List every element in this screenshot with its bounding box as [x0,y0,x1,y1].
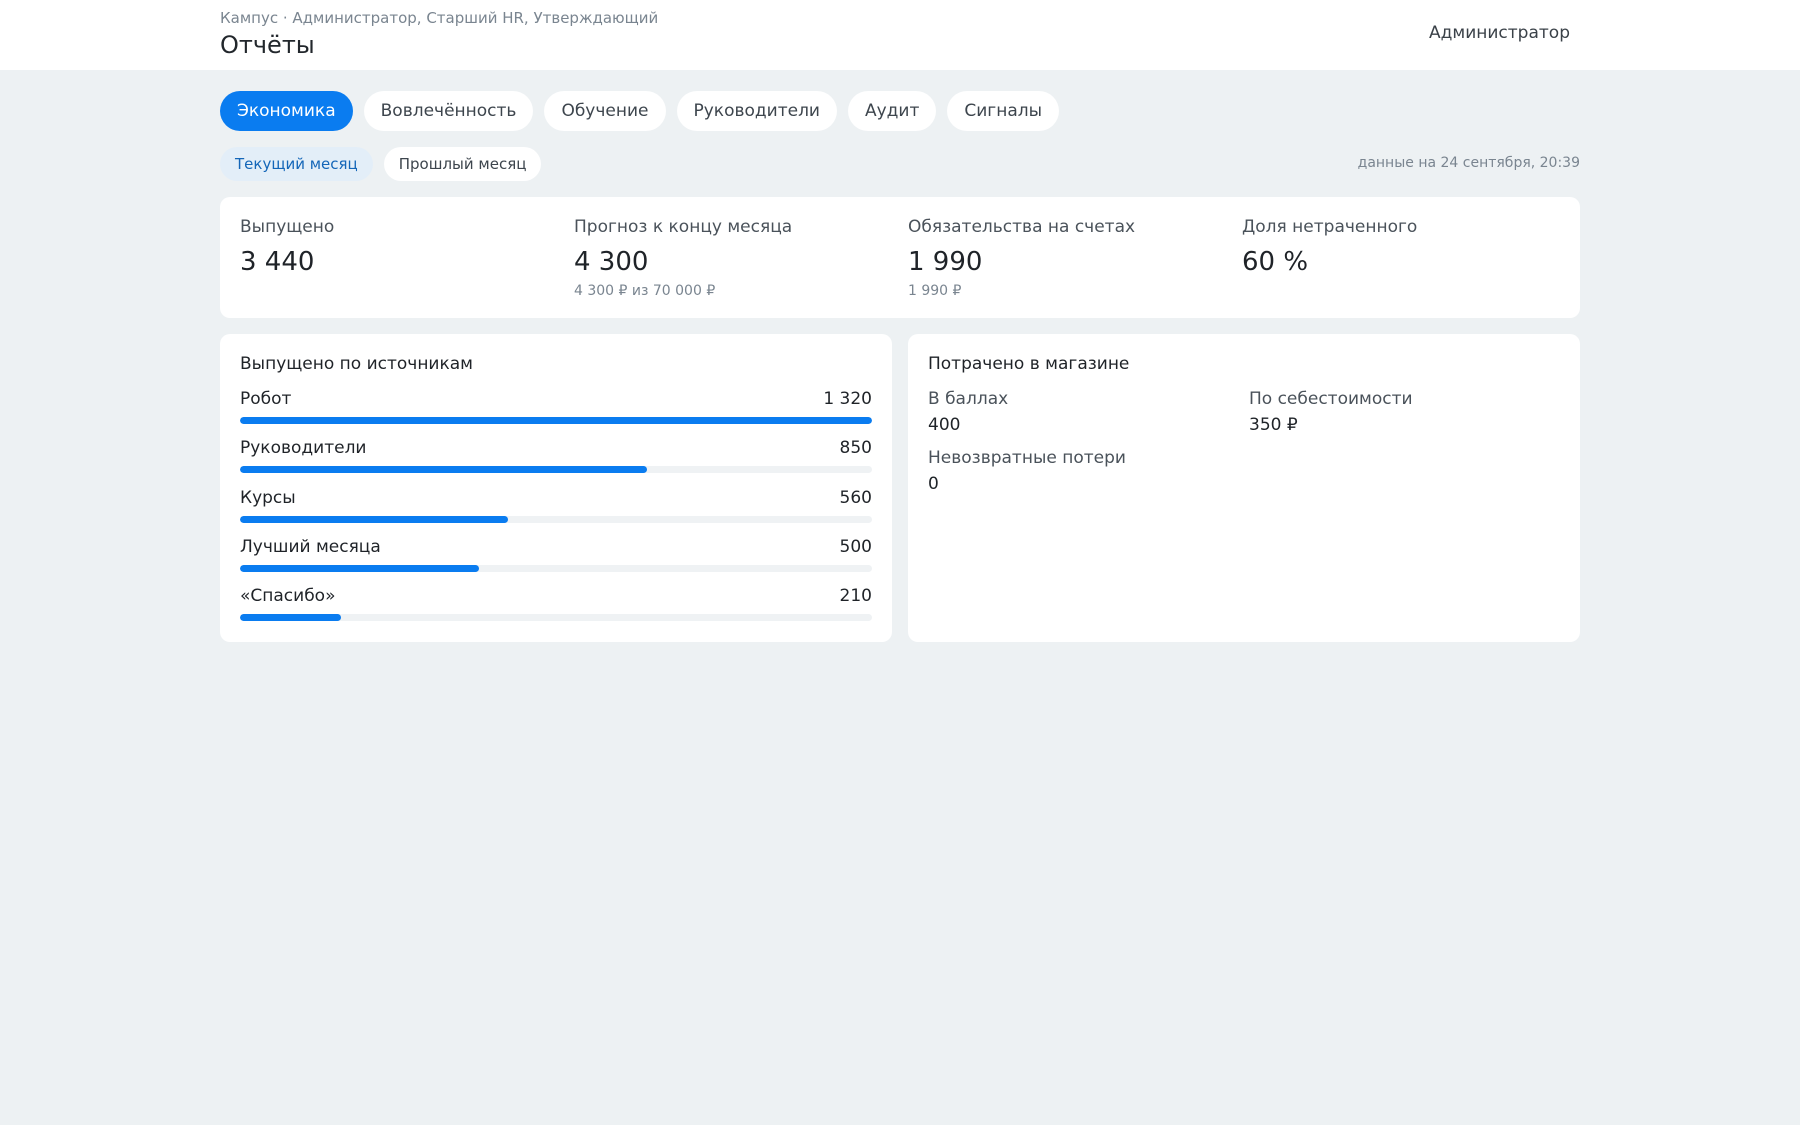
stat-points: В баллах 400 [928,389,1008,435]
bar-track [240,466,872,473]
stat-label: В баллах [928,389,1009,409]
stat-value: 400 [928,415,961,435]
bar-fill [240,565,480,572]
bar-track [240,516,872,523]
page-title: Отчёты [220,31,315,59]
kpi-forecast: Прогноз к концу месяца 4 300 4 300 ₽ из … [574,217,792,299]
source-label: Курсы [240,488,296,508]
kpi-label: Обязательства на счетах [908,217,1136,237]
data-timestamp: данные на 24 сентября, 20:39 [1357,155,1580,171]
period-current-month[interactable]: Текущий месяц [220,147,373,181]
period-switch: Текущий месяц Прошлый месяц [220,147,542,181]
bar-fill [240,516,509,523]
kpi-subtext: 4 300 ₽ из 70 000 ₽ [574,283,716,299]
kpi-value: 60 % [1242,247,1309,277]
source-label: Робот [240,389,292,409]
sources-card: Выпущено по источникам Робот 1 320 Руков… [220,334,892,642]
kpi-label: Выпущено [240,217,335,237]
top-header: Кампус · Администратор, Старший HR, Утве… [0,0,1800,70]
kpi-value: 3 440 [240,247,315,277]
stat-label: Невозвратные потери [928,448,1126,468]
stat-cost: По себестоимости 350 ₽ [1249,389,1413,435]
source-label: Лучший месяца [240,537,381,557]
shop-spending-card: Потрачено в магазине В баллах 400 По себ… [908,334,1580,642]
kpi-label: Доля нетраченного [1242,217,1418,237]
kpi-liabilities: Обязательства на счетах 1 990 1 990 ₽ [908,217,1135,299]
source-row: Лучший месяца 500 [240,537,872,577]
tab-audit[interactable]: Аудит [847,91,937,131]
tab-managers[interactable]: Руководители [676,91,837,131]
period-previous-month[interactable]: Прошлый месяц [383,147,542,181]
stat-value: 0 [928,474,939,494]
kpi-value: 1 990 [908,247,983,277]
source-value: 210 [839,586,872,606]
bar-track [240,417,872,424]
report-tabs: Экономика Вовлечённость Обучение Руковод… [220,91,1060,131]
card-title: Выпущено по источникам [240,354,473,374]
stat-label: По себестоимости [1249,389,1413,409]
stat-value: 350 ₽ [1249,415,1298,435]
stat-losses: Невозвратные потери 0 [928,448,1126,494]
tab-economy[interactable]: Экономика [220,91,353,131]
kpi-unspent-share: Доля нетраченного 60 % [1242,217,1417,277]
source-row: Курсы 560 [240,488,872,528]
tab-signals[interactable]: Сигналы [947,91,1060,131]
kpi-issued: Выпущено 3 440 [240,217,334,277]
source-value: 500 [839,537,872,557]
source-row: Робот 1 320 [240,389,872,429]
kpi-subtext: 1 990 ₽ [908,283,962,299]
breadcrumb: Кампус · Администратор, Старший HR, Утве… [220,9,659,27]
bar-fill [240,466,647,473]
bar-fill [240,614,341,621]
bar-track [240,565,872,572]
source-value: 850 [839,438,872,458]
user-menu[interactable]: Администратор [1429,23,1570,43]
kpi-value: 4 300 [574,247,649,277]
card-title: Потрачено в магазине [928,354,1130,374]
source-label: «Спасибо» [240,586,336,606]
source-label: Руководители [240,438,367,458]
tab-engagement[interactable]: Вовлечённость [363,91,534,131]
tab-learning[interactable]: Обучение [544,91,666,131]
kpi-label: Прогноз к концу месяца [574,217,793,237]
source-row: Руководители 850 [240,438,872,478]
bar-track [240,614,872,621]
source-value: 1 320 [823,389,872,409]
source-row: «Спасибо» 210 [240,586,872,626]
bar-fill [240,417,872,424]
source-value: 560 [839,488,872,508]
kpi-card: Выпущено 3 440 Прогноз к концу месяца 4 … [220,197,1580,318]
